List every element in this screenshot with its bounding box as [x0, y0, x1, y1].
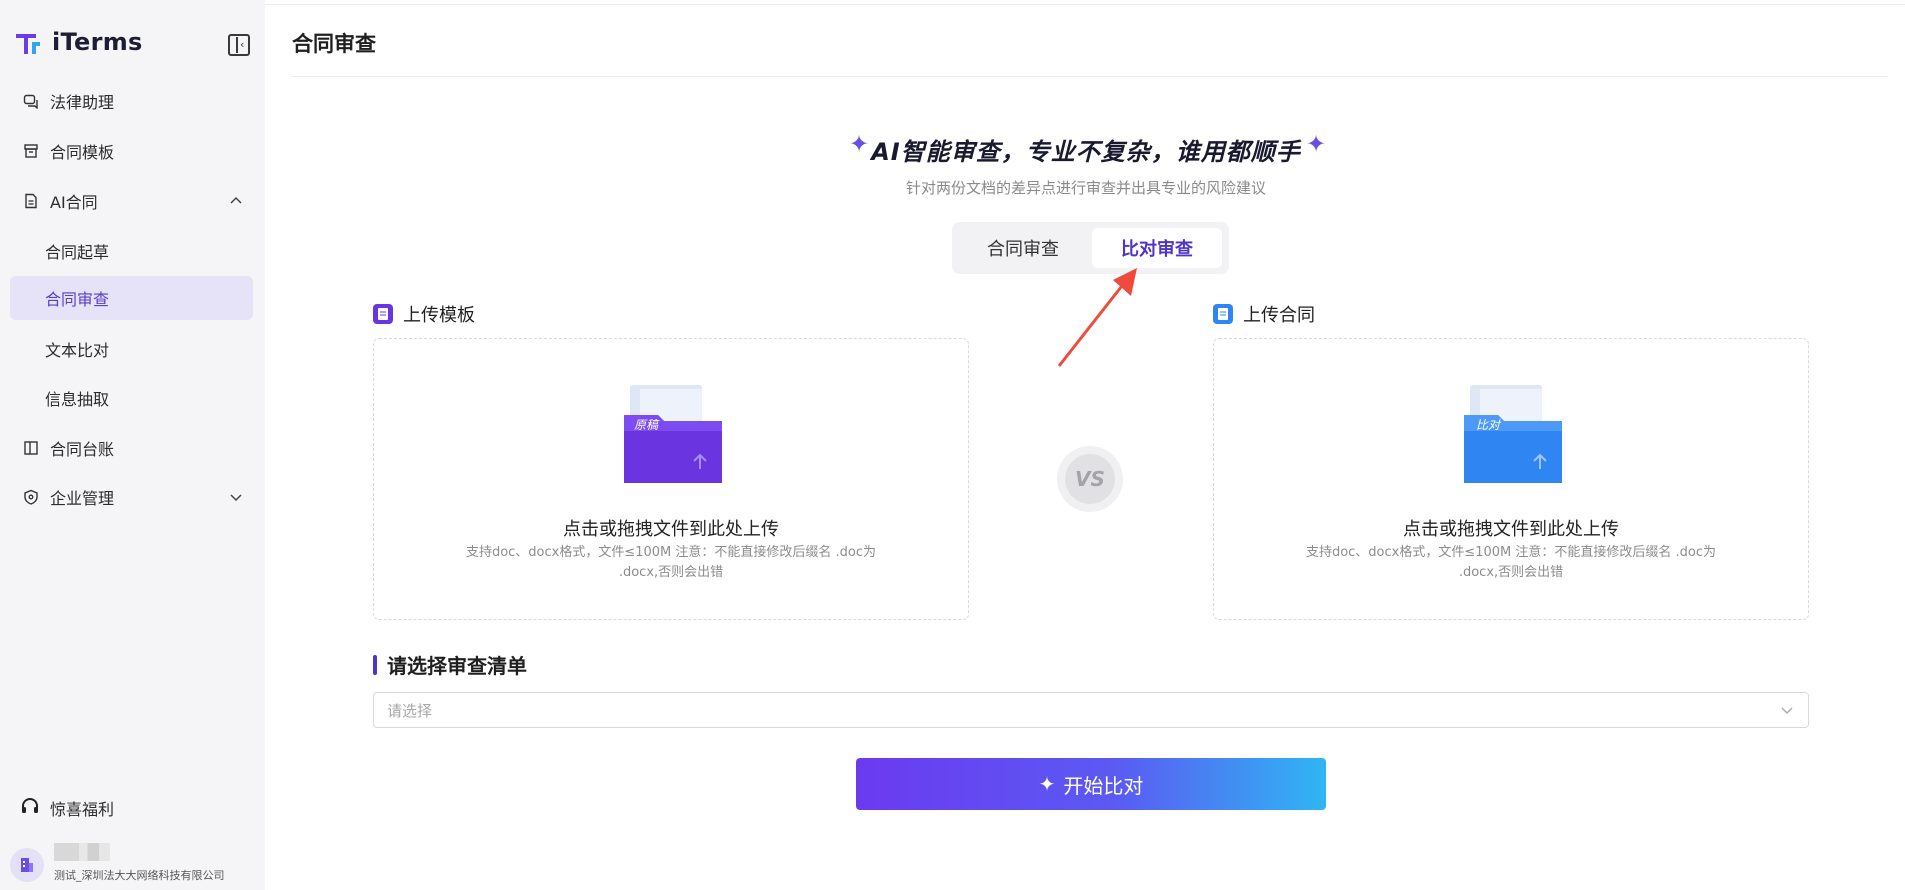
vs-text: VS — [1065, 454, 1115, 504]
upload-template-text: 上传模板 — [403, 305, 475, 326]
document-icon — [22, 192, 40, 210]
sidebar-item-contract-drafting[interactable]: 合同起草 — [10, 229, 253, 273]
contract-file-icon — [1213, 304, 1233, 324]
shield-icon — [22, 488, 40, 506]
sidebar-item-label: 文本比对 — [45, 341, 110, 360]
hero-title: AI智能审查，专业不复杂，谁用都顺手 — [871, 138, 1301, 166]
folder-tag: 比对 — [1476, 418, 1502, 432]
select-placeholder: 请选择 — [387, 701, 433, 720]
app-root: iTerms ‹ 法律助理 合同模板 AI合同 合同起草 合同审查 文本比对 信… — [0, 0, 1905, 890]
sidebar-item-label: 信息抽取 — [45, 390, 110, 409]
dropzone-main-text: 点击或拖拽文件到此处上传 — [1403, 519, 1619, 540]
sidebar-item-info-extraction[interactable]: 信息抽取 — [10, 376, 253, 420]
upload-folder-icon: 原稿 — [624, 385, 722, 483]
heading-accent-bar — [373, 654, 377, 675]
top-divider — [265, 4, 1905, 5]
title-divider — [292, 76, 1888, 77]
app-logo[interactable]: iTerms — [14, 28, 143, 56]
archive-icon — [22, 142, 40, 160]
upload-template-label: 上传模板 — [373, 301, 475, 327]
sidebar-item-label: 企业管理 — [50, 489, 115, 508]
welfare-label: 惊喜福利 — [50, 800, 115, 819]
hero: AI智能审查，专业不复杂，谁用都顺手 针对两份文档的差异点进行审查并出具专业的风… — [846, 132, 1326, 198]
upload-contract-text: 上传合同 — [1243, 305, 1315, 326]
sidebar-item-contract-templates[interactable]: 合同模板 — [10, 129, 253, 173]
ledger-icon — [22, 439, 40, 457]
sparkle-icon: ✦ — [1038, 772, 1056, 796]
welfare-link[interactable]: 惊喜福利 — [20, 796, 114, 820]
sidebar-item-label: 法律助理 — [50, 93, 115, 112]
sidebar: iTerms ‹ 法律助理 合同模板 AI合同 合同起草 合同审查 文本比对 信… — [0, 0, 265, 890]
company-building-icon — [21, 858, 33, 872]
headset-icon — [20, 796, 40, 820]
template-file-icon — [373, 304, 393, 324]
avatar[interactable] — [10, 848, 44, 882]
tab-contract-review[interactable]: 合同审查 — [958, 228, 1088, 268]
checklist-title-text: 请选择审查清单 — [387, 654, 527, 678]
sidebar-item-label: 合同台账 — [50, 440, 115, 459]
company-name: 测试_深圳法大大网络科技有限公司 — [54, 869, 225, 882]
sidebar-item-enterprise-management[interactable]: 企业管理 — [10, 475, 253, 519]
app-name: iTerms — [52, 28, 143, 56]
page-title: 合同审查 — [292, 32, 376, 56]
annotation-arrow — [1057, 268, 1137, 367]
checklist-select[interactable]: 请选择 — [373, 692, 1809, 728]
sidebar-item-label: AI合同 — [50, 193, 98, 212]
folder-tag: 原稿 — [634, 418, 660, 432]
sidebar-item-label: 合同起草 — [45, 243, 110, 262]
contract-dropzone[interactable]: 比对 点击或拖拽文件到此处上传 支持doc、docx格式，文件≤100M 注意：… — [1213, 338, 1809, 620]
dropzone-main-text: 点击或拖拽文件到此处上传 — [563, 519, 779, 540]
sidebar-item-contract-ledger[interactable]: 合同台账 — [10, 426, 253, 470]
sidebar-item-text-compare[interactable]: 文本比对 — [10, 327, 253, 371]
collapse-sidebar-button[interactable]: ‹ — [228, 34, 250, 56]
user-name-blurred — [54, 843, 110, 861]
sidebar-item-label: 合同审查 — [45, 290, 110, 309]
checklist-heading: 请选择审查清单 — [373, 650, 527, 679]
vs-badge: VS — [1057, 446, 1123, 512]
sidebar-item-ai-contract[interactable]: AI合同 — [10, 179, 253, 223]
chevron-down-icon — [1780, 703, 1794, 721]
upload-folder-icon: 比对 — [1464, 385, 1562, 483]
dropzone-hint: 支持doc、docx格式，文件≤100M 注意：不能直接修改后缀名 .doc为 … — [1305, 545, 1717, 580]
iterms-logo-icon — [16, 34, 40, 54]
tab-compare-review[interactable]: 比对审查 — [1092, 228, 1222, 268]
chevron-down-icon — [229, 489, 243, 508]
upload-contract-label: 上传合同 — [1213, 301, 1315, 327]
sidebar-item-label: 合同模板 — [50, 143, 115, 162]
dropzone-hint: 支持doc、docx格式，文件≤100M 注意：不能直接修改后缀名 .doc为 … — [465, 545, 877, 580]
start-compare-label: 开始比对 — [1063, 773, 1144, 798]
sidebar-item-contract-review[interactable]: 合同审查 — [10, 276, 253, 320]
sidebar-item-legal-assistant[interactable]: 法律助理 — [10, 79, 253, 123]
hero-subtitle: 针对两份文档的差异点进行审查并出具专业的风险建议 — [905, 179, 1266, 197]
start-compare-button[interactable]: ✦ 开始比对 — [856, 758, 1326, 810]
sparkle-icon: ✦ — [1306, 130, 1327, 158]
chevron-up-icon — [229, 193, 243, 212]
chat-icon — [22, 92, 40, 110]
template-dropzone[interactable]: 原稿 点击或拖拽文件到此处上传 支持doc、docx格式，文件≤100M 注意：… — [373, 338, 969, 620]
